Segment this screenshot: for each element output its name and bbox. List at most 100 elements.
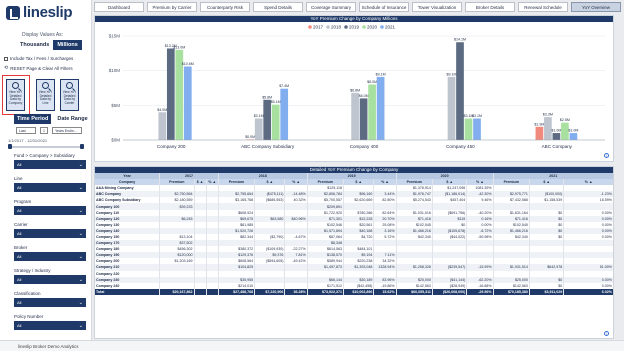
tab-coverage-summary[interactable]: Coverage Summary bbox=[306, 2, 356, 12]
sidebar: lineslip Display Values As: Thousands Mi… bbox=[0, 0, 92, 340]
data-label: $9.1M bbox=[376, 72, 386, 76]
filter-select[interactable]: All ⌄ bbox=[14, 252, 86, 261]
x-tick-label: ABC Company Subsidiary bbox=[241, 144, 295, 149]
filter-select[interactable]: All ⌄ bbox=[14, 275, 86, 284]
view-by-carrier-button[interactable]: View YoY Detailed Data by Carrier bbox=[60, 79, 79, 111]
filter-label: Program bbox=[14, 199, 32, 204]
millions-toggle[interactable]: Millions bbox=[53, 40, 82, 50]
total-value: $10,002,896 bbox=[343, 288, 375, 295]
filter-label: Fund > Company > Subsidiary bbox=[14, 153, 75, 158]
filter-value: All bbox=[17, 323, 22, 328]
tab-spend-details[interactable]: Spend Details bbox=[253, 2, 303, 12]
chart-panel: YoY Premium Change by Company Millions 2… bbox=[94, 15, 614, 162]
chevron-down-icon: ⌄ bbox=[78, 184, 83, 191]
total-value: -29.56% bbox=[466, 288, 494, 295]
data-label: $3.1M bbox=[254, 114, 264, 118]
total-row: Total $20,167,862 $27,488,768 $7,220,906 36.… bbox=[95, 288, 613, 295]
legend-swatch bbox=[326, 25, 330, 29]
bar bbox=[166, 48, 175, 141]
bar bbox=[351, 92, 359, 140]
period-count-input[interactable]: 1 bbox=[40, 127, 48, 134]
total-value: $7,220,906 bbox=[254, 288, 286, 295]
total-value: $20,167,862 bbox=[159, 288, 195, 295]
total-value: $70,185,380 bbox=[493, 288, 530, 295]
logo: lineslip bbox=[6, 4, 73, 21]
filter-label: Classification bbox=[14, 291, 41, 296]
bar bbox=[158, 112, 167, 140]
bar bbox=[552, 133, 561, 140]
date-range-text: 1/1/2017 - 12/31/2021 bbox=[8, 138, 48, 143]
units-toggle: Thousands Millions bbox=[16, 40, 82, 50]
reset-button[interactable]: ⟲ RESET Page & Clear All Filters bbox=[4, 65, 73, 71]
period-unit-select[interactable]: Years Endin... bbox=[52, 127, 82, 134]
legend-swatch bbox=[362, 25, 366, 29]
info-icon[interactable]: i bbox=[604, 153, 609, 158]
include-tax-checkbox[interactable]: Include Tax / Fees / Surcharges bbox=[4, 56, 73, 61]
info-icon[interactable]: i bbox=[604, 331, 609, 336]
chevron-down-icon: ⌄ bbox=[78, 230, 83, 237]
tab-schedule-of-insurance[interactable]: Schedule of Insurance bbox=[359, 2, 409, 12]
tab-broker-details[interactable]: Broker Details bbox=[465, 2, 515, 12]
bar bbox=[254, 118, 263, 140]
legend-swatch bbox=[308, 25, 312, 29]
data-label: $2.5M bbox=[560, 118, 570, 122]
tab-time-period[interactable]: Time Period bbox=[14, 114, 52, 124]
filter-select[interactable]: All ⌄ bbox=[14, 183, 86, 192]
magnifier-icon bbox=[66, 82, 73, 89]
tab-date-range[interactable]: Date Range bbox=[54, 114, 90, 124]
legend-swatch bbox=[380, 25, 384, 29]
filter-label: Carrier bbox=[14, 222, 28, 227]
view-by-company-button[interactable]: View YoY Detailed Data by Company bbox=[6, 79, 25, 111]
filter-select[interactable]: All ⌄ bbox=[14, 321, 86, 330]
view-btn-line: Line bbox=[42, 100, 49, 105]
include-tax-label: Include Tax / Fees / Surcharges bbox=[10, 56, 74, 61]
bar bbox=[280, 88, 289, 140]
tab-premium-by-carrier[interactable]: Premium by Carrier bbox=[147, 2, 197, 12]
time-tabs: Time Period Date Range bbox=[14, 114, 91, 124]
magnifier-icon bbox=[42, 82, 49, 89]
date-slider-track[interactable] bbox=[8, 146, 83, 148]
logo-text: lineslip bbox=[23, 4, 73, 21]
filter-label: Strategy / Industry bbox=[14, 268, 51, 273]
reset-label: RESET Page & Clear All Filters bbox=[10, 65, 73, 71]
data-label: $13.0M bbox=[173, 45, 185, 49]
chevron-down-icon: ⌄ bbox=[78, 322, 83, 329]
filter-select[interactable]: All ⌄ bbox=[14, 298, 86, 307]
filter-label: Policy Number bbox=[14, 314, 44, 319]
data-label: $1.9M bbox=[534, 122, 544, 126]
filter-value: All bbox=[17, 277, 22, 282]
total-value: 15.62% bbox=[373, 288, 397, 295]
legend-label: 2020 bbox=[367, 25, 378, 30]
view-by-line-button[interactable]: View YoY Detailed Data by Line bbox=[36, 79, 55, 111]
tab-counterparty-risk[interactable]: Counterparty Risk bbox=[200, 2, 250, 12]
bar bbox=[263, 99, 272, 140]
data-label: $6.0M bbox=[359, 94, 369, 98]
filter-select[interactable]: All ⌄ bbox=[14, 229, 86, 238]
period-mode-select[interactable]: Last bbox=[16, 127, 36, 134]
filter-label: Line bbox=[14, 176, 23, 181]
total-value bbox=[206, 288, 219, 295]
total-value: $3,911,029 bbox=[529, 288, 565, 295]
data-label: $14.1M bbox=[454, 38, 466, 42]
filter-value: All bbox=[17, 185, 22, 190]
data-label: $5.1M bbox=[271, 100, 281, 104]
checkbox-box[interactable] bbox=[4, 56, 8, 61]
tab-yoy-overview[interactable]: YoY Overview bbox=[571, 2, 621, 12]
x-tick-label: Company 400 bbox=[350, 144, 379, 149]
thousands-toggle[interactable]: Thousands bbox=[16, 40, 54, 50]
date-slider-start-handle[interactable] bbox=[8, 144, 12, 149]
yoy-table: Year 2017 2018 2019 2020 2021 Company Premium $ … bbox=[95, 173, 613, 295]
chevron-down-icon: ⌄ bbox=[78, 253, 83, 260]
legend-label: 2018 bbox=[331, 25, 342, 30]
filter-value: All bbox=[17, 254, 22, 259]
date-slider-end-handle[interactable] bbox=[80, 144, 84, 149]
bar bbox=[569, 133, 578, 140]
tab-tower-visualization[interactable]: Tower Visualization bbox=[412, 2, 462, 12]
y-tick-label: $15M bbox=[109, 34, 121, 39]
legend-label: 2021 bbox=[385, 25, 396, 30]
tab-renewal-schedule[interactable]: Renewal Schedule bbox=[518, 2, 568, 12]
filter-select[interactable]: All ⌄ bbox=[14, 160, 86, 169]
total-value: 36.28% bbox=[284, 288, 308, 295]
filter-select[interactable]: All ⌄ bbox=[14, 206, 86, 215]
tab-dashboard[interactable]: Dashboard bbox=[94, 2, 144, 12]
